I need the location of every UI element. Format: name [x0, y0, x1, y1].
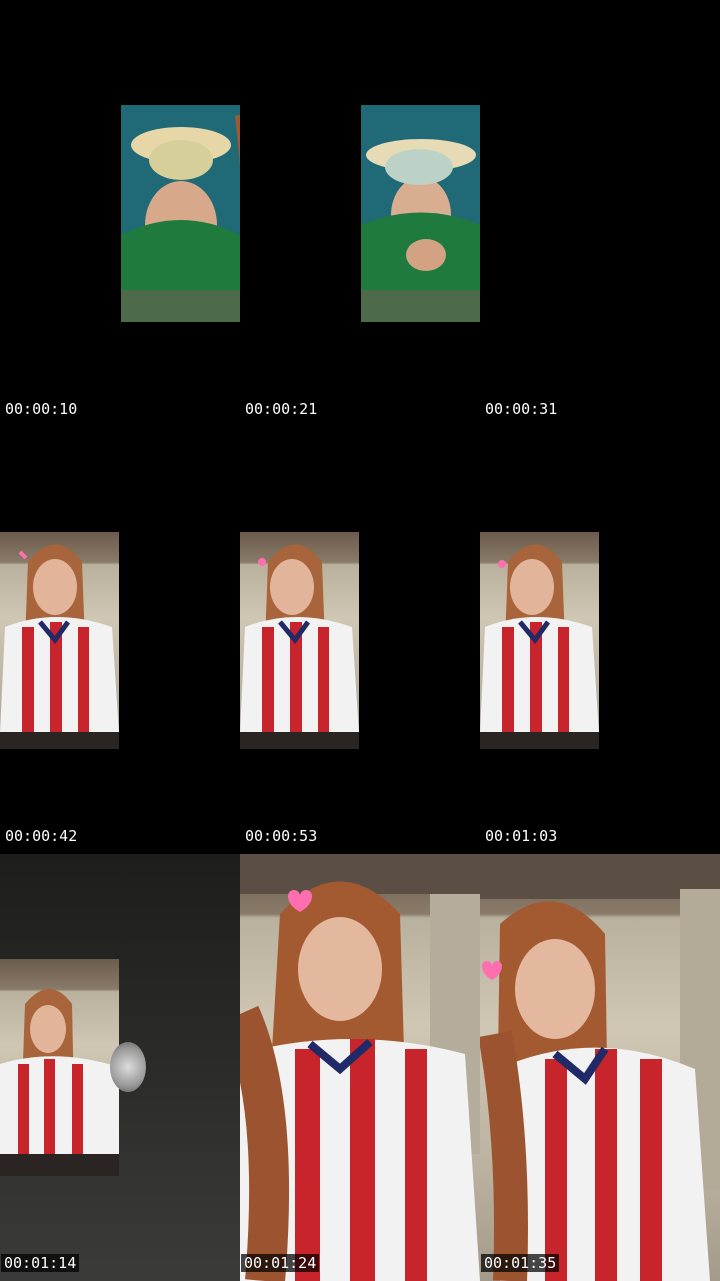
- girl-jersey-image-6: [480, 544, 599, 749]
- frame-thumbnail-7: [0, 959, 119, 1176]
- frame-thumbnail-6: [480, 532, 599, 749]
- girl-jersey-closeup-9: [480, 854, 720, 1281]
- frame-thumbnail-2: [361, 105, 480, 322]
- frame-timestamp-7: 00:01:14: [1, 1254, 80, 1272]
- frame-timestamp-1: 00:00:10: [5, 400, 78, 418]
- girl-jersey-image-5: [240, 544, 359, 749]
- frame-cell-3[interactable]: 00:00:31: [480, 0, 720, 427]
- frame-thumbnail-9: [480, 854, 720, 1281]
- frame-timestamp-4: 00:00:42: [5, 827, 78, 845]
- frame-cell-4[interactable]: 00:00:42: [0, 427, 240, 854]
- frame-thumbnail-5: [240, 532, 359, 749]
- frame-cell-8[interactable]: 00:01:24: [240, 854, 480, 1281]
- frame-cell-9[interactable]: 00:01:35: [480, 854, 720, 1281]
- frame-cell-5[interactable]: 00:00:53: [240, 427, 480, 854]
- frame-timestamp-3: 00:00:31: [485, 400, 558, 418]
- frame-cell-2[interactable]: 00:00:21: [240, 0, 480, 427]
- frame-timestamp-2: 00:00:21: [245, 400, 318, 418]
- frame-thumbnail-4: [0, 532, 119, 749]
- girl-jersey-image-4: [0, 544, 119, 749]
- frame-cell-7[interactable]: 00:01:14: [0, 854, 240, 1281]
- frame-timestamp-5: 00:00:53: [245, 827, 318, 845]
- frame-timestamp-6: 00:01:03: [485, 827, 558, 845]
- split-screen-image-1: [121, 105, 240, 322]
- split-screen-image-2: [361, 105, 480, 322]
- frame-cell-6[interactable]: 00:01:03: [480, 427, 720, 854]
- frame-thumbnail-1: [121, 105, 240, 322]
- video-contact-sheet: { "frames": [ {"timestamp": "00:00:10"},…: [0, 0, 720, 1281]
- frame-thumbnail-8: [240, 854, 480, 1281]
- frame-cell-1[interactable]: 00:00:10: [0, 0, 240, 427]
- round-overlay-icon: [110, 1042, 146, 1092]
- frame-timestamp-8: 00:01:24: [241, 1254, 320, 1272]
- girl-jersey-image-7: [0, 989, 119, 1176]
- girl-jersey-closeup-8: [240, 854, 480, 1281]
- frame-timestamp-9: 00:01:35: [481, 1254, 560, 1272]
